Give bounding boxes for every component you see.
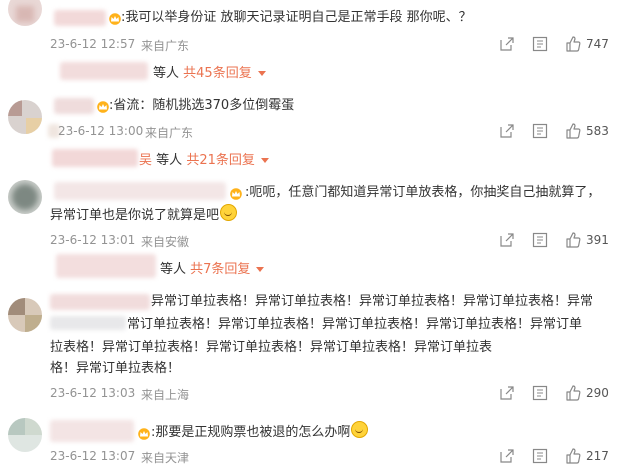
reply-summary[interactable]: 吴 等人 共21条回复 [139, 149, 269, 168]
like-icon[interactable] [565, 232, 581, 248]
comment-location: 来自上海 [141, 388, 190, 402]
dropdown-arrow-icon [260, 158, 269, 163]
comment-icon[interactable] [532, 385, 548, 401]
avatar[interactable] [8, 180, 42, 214]
comment-text-line-2: 常订单拉表格！异常订单拉表格！异常订单拉表格！异常订单拉表格！异常订单 [127, 317, 583, 332]
like-count: 217 [586, 449, 609, 463]
more-replies-link[interactable]: 共21条回复 [186, 153, 255, 168]
avatar[interactable] [8, 298, 42, 332]
comment-text-content: :那要是正规购票也被退的怎么办啊 [151, 425, 351, 440]
like-icon[interactable] [565, 385, 581, 401]
reply-usernames-redacted [56, 254, 156, 278]
like-count: 583 [586, 124, 609, 138]
comment-location: 来自天津 [141, 451, 190, 465]
username-redacted [50, 316, 126, 330]
reply-suffix: 等人 [156, 153, 183, 168]
avatar[interactable] [8, 0, 42, 26]
share-icon[interactable] [499, 123, 515, 139]
reply-usernames-redacted [60, 62, 148, 80]
emoji-icon [351, 421, 369, 438]
comment-location: 来自安徽 [141, 235, 190, 249]
comment-text-line-1: 异常订单拉表格！异常订单拉表格！异常订单拉表格！异常订单拉表格！异常 [151, 294, 594, 309]
comment-text-line-4: 格！异常订单拉表格！ [50, 361, 181, 376]
like-icon[interactable] [565, 36, 581, 52]
avatar[interactable] [8, 418, 42, 452]
username-redacted[interactable] [54, 182, 226, 200]
username-redacted[interactable] [50, 294, 150, 310]
comment-location: 来自广东 [145, 126, 194, 140]
more-replies-link[interactable]: 共7条回复 [190, 262, 250, 277]
comment-icon[interactable] [532, 36, 548, 52]
dropdown-arrow-icon [256, 267, 265, 272]
share-icon[interactable] [499, 36, 515, 52]
comment-text: 异常订单也是你说了就算是吧 [50, 208, 220, 223]
dropdown-arrow-icon [257, 71, 266, 76]
comment-date: 23-6-12 13:07 [50, 449, 136, 463]
comment-text-line-2: 异常订单也是你说了就算是吧 [50, 204, 238, 228]
comment-text: :那要是正规购票也被退的怎么办啊 [151, 421, 369, 445]
like-count: 290 [586, 386, 609, 400]
like-icon[interactable] [565, 448, 581, 464]
emoji-icon [220, 204, 238, 221]
reply-summary[interactable]: 等人 共7条回复 [160, 258, 265, 277]
reply-summary[interactable]: 等人 共45条回复 [153, 62, 266, 81]
username-redacted[interactable] [54, 98, 94, 114]
reply-username-tail[interactable]: 吴 [139, 153, 152, 168]
comment-icon[interactable] [532, 448, 548, 464]
crown-badge-icon [108, 13, 122, 25]
comment-text: :我可以举身份证 放聊天记录证明自己是正常手段 那你呢、？ [121, 10, 472, 25]
comment-date: 23-6-12 13:03 [50, 386, 136, 400]
crown-badge-icon [229, 188, 243, 200]
comment-date: 23-6-12 12:57 [50, 37, 136, 51]
username-redacted[interactable] [54, 10, 106, 26]
username-redacted[interactable] [50, 420, 134, 442]
reply-suffix: 等人 [160, 262, 187, 277]
like-count: 391 [586, 233, 609, 247]
comment-date: 23-6-12 13:01 [50, 233, 136, 247]
like-icon[interactable] [565, 123, 581, 139]
comment-icon[interactable] [532, 232, 548, 248]
crown-badge-icon [137, 428, 151, 440]
comment-date: 23-6-12 13:00 [58, 124, 144, 138]
more-replies-link[interactable]: 共45条回复 [183, 66, 252, 81]
share-icon[interactable] [499, 448, 515, 464]
crown-badge-icon [96, 101, 110, 113]
comment-text: :省流：随机挑选370多位倒霉蛋 [109, 98, 295, 113]
share-icon[interactable] [499, 232, 515, 248]
reply-suffix: 等人 [153, 66, 180, 81]
reply-usernames-redacted [52, 149, 138, 167]
like-count: 747 [586, 37, 609, 51]
share-icon[interactable] [499, 385, 515, 401]
avatar[interactable] [8, 100, 42, 134]
comment-icon[interactable] [532, 123, 548, 139]
comment-text-line-1: :呃呃，任意门都知道异常订单放表格，你抽奖自己抽就算了， [245, 185, 601, 200]
comment-location: 来自广东 [141, 39, 190, 53]
